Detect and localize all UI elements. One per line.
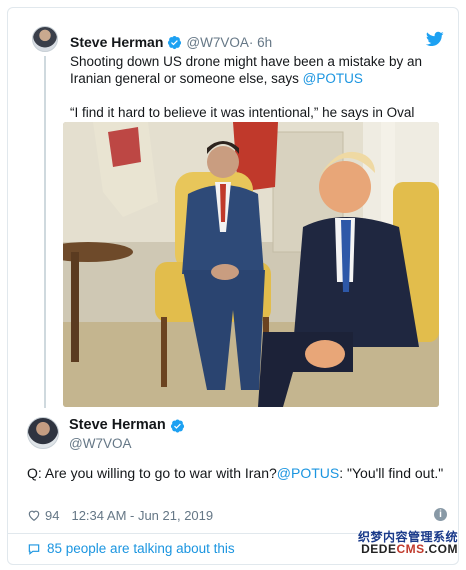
author-handle[interactable]: @W7VOA xyxy=(69,436,131,451)
verified-icon xyxy=(170,418,185,433)
speech-bubble-icon xyxy=(27,542,41,556)
watermark-cms: CMS xyxy=(396,542,425,557)
quoted-mention-link[interactable]: @POTUS xyxy=(303,71,363,86)
author-avatar[interactable] xyxy=(27,417,59,449)
tweet-photo[interactable] xyxy=(63,122,439,407)
watermark: 织梦内容管理系统 DEDECMS.COM xyxy=(358,531,458,556)
author-name-row: Steve Herman xyxy=(69,417,185,433)
quoted-author-name[interactable]: Steve Herman xyxy=(70,34,163,50)
tweet-meta: 94 12:34 AM - Jun 21, 2019 i xyxy=(27,506,447,524)
tweet-timestamp[interactable]: 12:34 AM - Jun 21, 2019 xyxy=(71,508,213,523)
heart-icon[interactable] xyxy=(27,508,41,522)
quoted-author-handle[interactable]: @W7VOA xyxy=(186,35,248,50)
tweet-text-before: Q: Are you willing to go to war with Ira… xyxy=(27,465,277,481)
talking-link[interactable]: 85 people are talking about this xyxy=(27,541,235,556)
photo-illustration xyxy=(63,122,439,407)
tweet-text-after: : "You'll find out." xyxy=(339,465,444,481)
like-count[interactable]: 94 xyxy=(45,508,59,523)
watermark-com: .COM xyxy=(424,542,458,557)
quoted-tweet-time[interactable]: · 6h xyxy=(249,35,272,50)
verified-icon xyxy=(167,35,182,50)
quoted-author-avatar[interactable] xyxy=(32,26,58,52)
watermark-line2: DEDECMS.COM xyxy=(358,543,458,556)
author-name[interactable]: Steve Herman xyxy=(69,417,166,433)
quoted-text-before: Shooting down US drone might have been a… xyxy=(70,54,422,86)
info-icon[interactable]: i xyxy=(434,508,447,521)
quoted-tweet-header: Steve Herman @W7VOA · 6h xyxy=(70,33,272,51)
tweet-text: Q: Are you willing to go to war with Ira… xyxy=(27,464,447,483)
thread-line xyxy=(44,56,46,408)
watermark-dede: DEDE xyxy=(361,542,397,557)
mention-link[interactable]: @POTUS xyxy=(277,465,339,481)
twitter-bird-icon[interactable] xyxy=(425,30,444,48)
tweet-card: Steve Herman @W7VOA · 6h Shooting down U… xyxy=(7,7,459,565)
talking-text[interactable]: 85 people are talking about this xyxy=(47,541,235,556)
